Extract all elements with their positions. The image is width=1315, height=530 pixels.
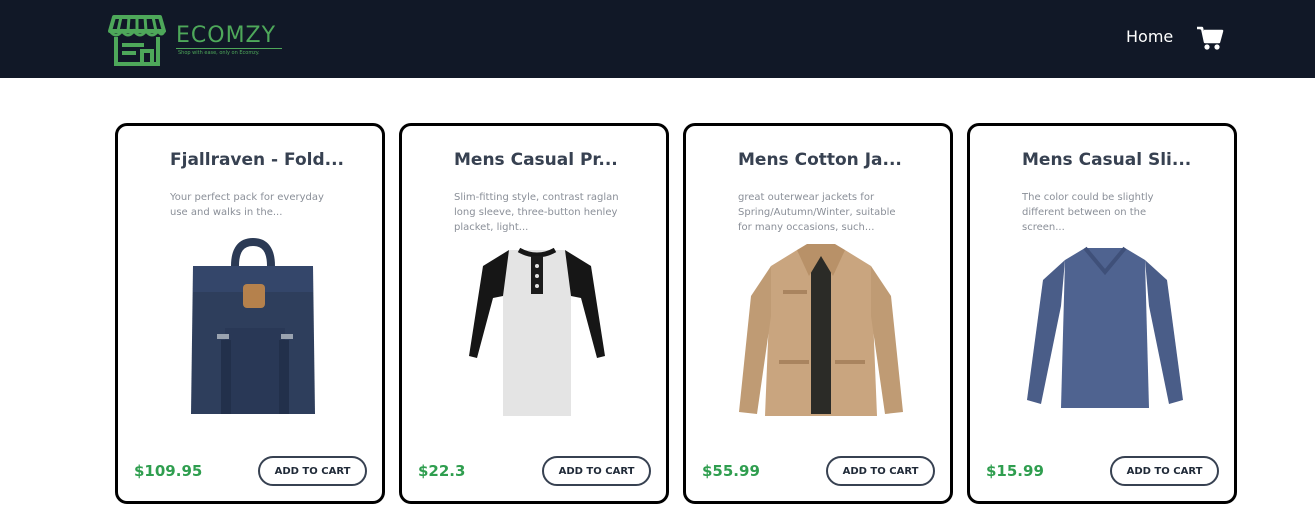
product-title: Mens Casual Pr... [454,150,618,170]
brand-underline [176,48,282,49]
brand-logo[interactable]: ECOMZY Shop with ease, only on Ecomzy. [108,9,288,69]
product-price: $15.99 [986,462,1044,480]
product-title: Fjallraven - Fold... [170,150,345,170]
product-price: $55.99 [702,462,760,480]
navbar: ECOMZY Shop with ease, only on Ecomzy. H… [0,0,1315,78]
storefront-icon [108,15,166,66]
add-to-cart-button[interactable]: ADD TO CART [826,456,935,486]
slim-fit-shirt-image [1027,246,1183,408]
product-title: Mens Casual Sli... [1022,150,1192,170]
product-title: Mens Cotton Ja... [738,150,902,170]
brand-name: ECOMZY [176,23,277,48]
product-card: Mens Casual Pr... Slim-fitting style, co… [399,123,669,504]
add-to-cart-button[interactable]: ADD TO CART [542,456,651,486]
backpack-image [191,237,315,414]
product-card: Mens Cotton Ja... great outerwear jacket… [683,123,953,504]
product-description: Your perfect pack for everyday use and w… [170,192,324,218]
add-to-cart-button[interactable]: ADD TO CART [1110,456,1219,486]
shopping-cart-icon[interactable] [1196,25,1224,51]
product-card: Fjallraven - Fold... Your perfect pack f… [115,123,385,504]
cotton-jacket-image [739,244,903,416]
product-description: Slim-fitting style, contrast raglan long… [454,192,619,233]
product-description: great outerwear jackets for Spring/Autum… [738,192,896,233]
nav-home-link[interactable]: Home [1126,27,1173,47]
add-to-cart-button[interactable]: ADD TO CART [258,456,367,486]
product-grid: Fjallraven - Fold... Your perfect pack f… [115,123,1238,504]
product-description: The color could be slightly different be… [1022,192,1154,233]
product-price: $109.95 [134,462,203,480]
product-card: Mens Casual Sli... The color could be sl… [967,123,1237,504]
raglan-tshirt-image [469,247,605,416]
product-price: $22.3 [418,462,466,480]
brand-tagline: Shop with ease, only on Ecomzy. [178,50,260,56]
